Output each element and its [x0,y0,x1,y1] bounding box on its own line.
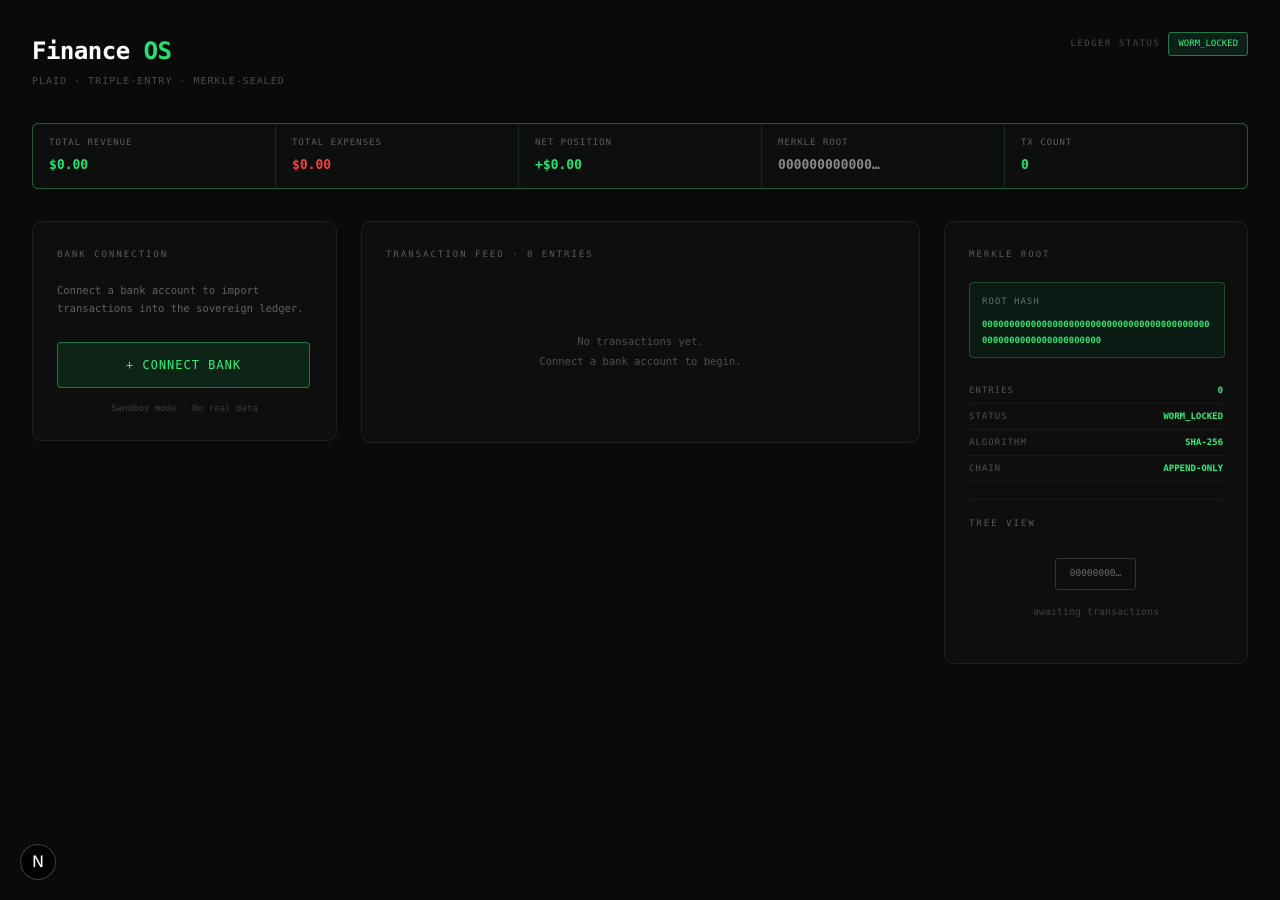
stat-label: TOTAL REVENUE [49,138,133,148]
detail-key: ALGORITHM [969,438,1027,448]
detail-row: ALGORITHM SHA-256 [969,431,1223,456]
stats-bar: TOTAL REVENUE $0.00 TOTAL EXPENSES $0.00… [32,123,1248,189]
stat-label: MERKLE ROOT [778,138,849,148]
stat-total-revenue: TOTAL REVENUE $0.00 [33,124,276,188]
panel-title: BANK CONNECTION [57,250,169,260]
detail-key: ENTRIES [969,386,1014,396]
detail-row: ENTRIES 0 [969,379,1223,404]
stat-value: $0.00 [49,158,89,173]
stat-label: TX COUNT [1021,138,1073,148]
stat-total-expenses: TOTAL EXPENSES $0.00 [276,124,519,188]
detail-value: APPEND-ONLY [1163,464,1223,474]
stat-label: NET POSITION [535,138,613,148]
detail-value: SHA-256 [1185,438,1223,448]
merkle-details: ENTRIES 0 STATUS WORM_LOCKED ALGORITHM S… [969,379,1223,483]
ledger-status: LEDGER STATUS WORM_LOCKED [1070,32,1248,56]
root-hash-box: ROOT HASH 000000000000000000000000000000… [969,282,1225,358]
nextjs-logo-icon[interactable]: N [20,844,56,880]
stat-value: 0 [1021,158,1029,173]
bank-connection-panel: BANK CONNECTION Connect a bank account t… [32,221,337,441]
transaction-feed-panel: TRANSACTION FEED · 0 ENTRIES No transact… [361,221,920,443]
detail-row: STATUS WORM_LOCKED [969,405,1223,430]
feed-empty-state: No transactions yet. Connect a bank acco… [362,332,919,372]
detail-value: 0 [1217,386,1223,396]
sandbox-note: Sandbox mode · No real data [111,404,258,414]
root-hash-value: 0000000000000000000000000000000000000000… [982,320,1210,346]
stat-value: +$0.00 [535,158,582,173]
detail-key: STATUS [969,412,1008,422]
merkle-root-panel: MERKLE ROOT ROOT HASH 000000000000000000… [944,221,1248,664]
panel-title: TRANSACTION FEED · 0 ENTRIES [386,250,594,260]
empty-line: Connect a bank account to begin. [539,356,742,368]
ledger-status-label: LEDGER STATUS [1070,39,1161,49]
detail-key: CHAIN [969,464,1002,474]
app-title: Finance OS [32,36,172,66]
root-hash-label: ROOT HASH [982,297,1040,307]
panel-title: MERKLE ROOT [969,250,1051,260]
ledger-status-badge: WORM_LOCKED [1168,32,1248,56]
stat-merkle-root: MERKLE ROOT 000000000000… [762,124,1005,188]
stat-value: $0.00 [292,158,332,173]
stat-value: 000000000000… [778,158,880,173]
connect-bank-button[interactable]: + CONNECT BANK [57,342,310,388]
app-title-accent: OS [143,37,172,65]
empty-line: No transactions yet. [577,336,704,348]
tree-root-node[interactable]: 00000000… [1055,558,1136,590]
app-subtitle: PLAID · TRIPLE-ENTRY · MERKLE-SEALED [32,76,285,87]
tree-view-title: TREE VIEW [969,519,1036,529]
detail-row: CHAIN APPEND-ONLY [969,457,1223,482]
stat-label: TOTAL EXPENSES [292,138,382,148]
bank-description: Connect a bank account to import transac… [57,285,304,315]
detail-value: WORM_LOCKED [1163,412,1223,422]
tree-empty-state: awaiting transactions [1032,607,1160,618]
app-title-main: Finance [32,37,130,65]
stat-tx-count: TX COUNT 0 [1005,124,1247,188]
stat-net-position: NET POSITION +$0.00 [519,124,762,188]
divider [969,499,1223,500]
